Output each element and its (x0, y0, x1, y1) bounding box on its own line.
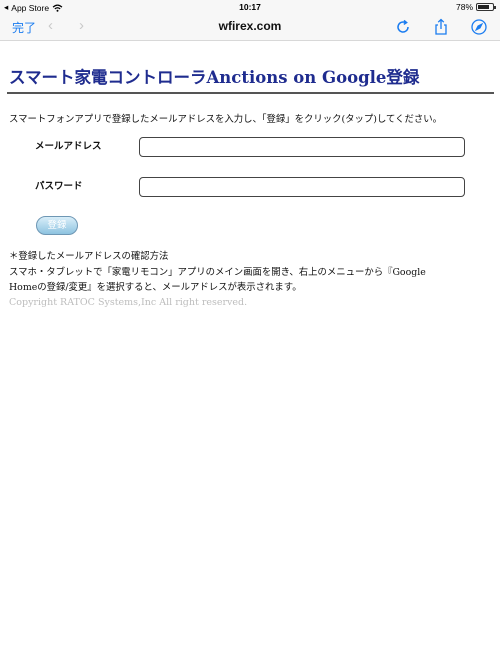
page-title: スマート家電コントローラAnctions on Google登録 (9, 68, 420, 87)
email-input[interactable] (139, 137, 465, 157)
battery-percent: 78% (455, 2, 473, 12)
compass-icon[interactable] (470, 18, 488, 36)
battery-icon (476, 3, 496, 11)
status-time: 10:17 (239, 2, 261, 12)
url-label[interactable]: wfirex.com (0, 19, 500, 33)
password-input[interactable] (139, 177, 465, 197)
status-right: 78% (455, 2, 496, 12)
title-divider (7, 92, 494, 94)
copyright-text: Copyright RATOC Systems,Inc All right re… (9, 297, 248, 308)
note-line-1: スマホ・タブレットで「家電リモコン」アプリのメイン画面を開き、右上のメニューから… (9, 266, 426, 278)
note-heading: ＊登録したメールアドレスの確認方法 (9, 251, 169, 262)
status-bar: ◂ App Store 10:17 78% (0, 0, 500, 14)
share-icon[interactable] (432, 18, 450, 36)
browser-nav-bar: 完了 ‹ › wfirex.com (0, 14, 500, 41)
email-label: メールアドレス (35, 141, 102, 152)
note-line-2: Homeの登録/変更』を選択すると、メールアドレスが表示されます。 (9, 282, 302, 293)
battery-fill (478, 5, 489, 9)
help-notes: ＊登録したメールアドレスの確認方法 スマホ・タブレットで「家電リモコン」アプリの… (9, 249, 426, 296)
register-button[interactable]: 登録 (36, 216, 78, 235)
intro-text: スマートフォンアプリで登録したメールアドレスを入力し、「登録」をクリック(タップ… (9, 114, 443, 125)
password-label: パスワード (35, 181, 83, 192)
reload-icon[interactable] (394, 18, 412, 36)
